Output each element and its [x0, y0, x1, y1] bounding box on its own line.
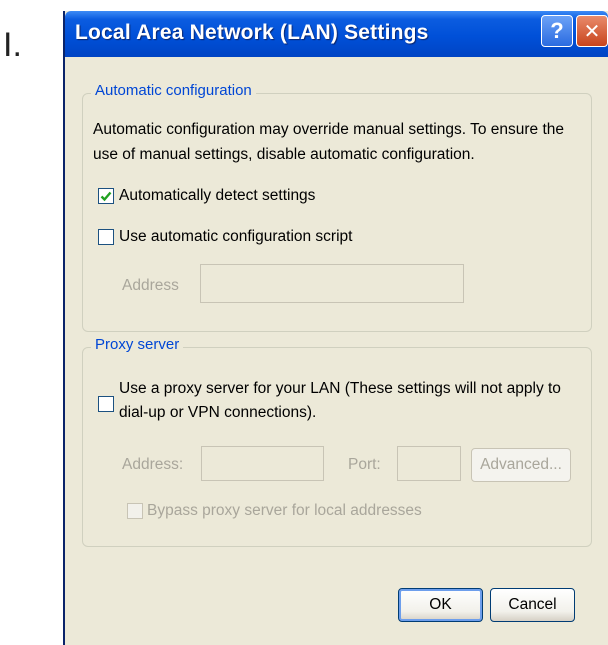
- dialog-title: Local Area Network (LAN) Settings: [75, 21, 429, 44]
- checkmark-icon: [100, 191, 112, 202]
- step-label: I.: [3, 26, 22, 64]
- close-button[interactable]: ✕: [576, 15, 608, 47]
- auto-config-address-label: Address: [122, 277, 179, 294]
- bypass-local-label[interactable]: Bypass proxy server for local addresses: [147, 499, 422, 523]
- auto-config-script-checkbox[interactable]: [98, 229, 114, 245]
- bypass-local-checkbox[interactable]: [127, 503, 143, 519]
- proxy-port-field[interactable]: [397, 446, 461, 481]
- proxy-port-label: Port:: [348, 456, 381, 473]
- use-proxy-label-line2[interactable]: dial-up or VPN connections).: [119, 401, 316, 425]
- proxy-server-label: Proxy server: [91, 336, 184, 353]
- help-icon: ?: [550, 18, 564, 43]
- ok-button[interactable]: OK: [398, 588, 483, 622]
- use-proxy-label-line1[interactable]: Use a proxy server for your LAN (These s…: [119, 377, 561, 401]
- automatic-configuration-label: Automatic configuration: [91, 82, 256, 99]
- close-icon: ✕: [583, 20, 601, 43]
- proxy-address-label: Address:: [122, 456, 184, 473]
- title-bar[interactable]: Local Area Network (LAN) Settings ? ✕: [65, 11, 608, 57]
- auto-detect-label[interactable]: Automatically detect settings: [119, 184, 315, 208]
- lan-settings-dialog: Local Area Network (LAN) Settings ? ✕ Au…: [63, 11, 608, 645]
- auto-detect-checkbox[interactable]: [98, 188, 114, 204]
- advanced-button[interactable]: Advanced...: [471, 448, 571, 482]
- help-button[interactable]: ?: [541, 15, 573, 47]
- cancel-button[interactable]: Cancel: [490, 588, 575, 622]
- proxy-address-field[interactable]: [201, 446, 324, 481]
- auto-config-description-line2: use of manual settings, disable automati…: [93, 146, 475, 163]
- auto-config-script-label[interactable]: Use automatic configuration script: [119, 225, 352, 249]
- auto-config-description-line1: Automatic configuration may override man…: [93, 121, 564, 138]
- auto-config-address-field[interactable]: [200, 264, 464, 303]
- use-proxy-checkbox[interactable]: [98, 396, 114, 412]
